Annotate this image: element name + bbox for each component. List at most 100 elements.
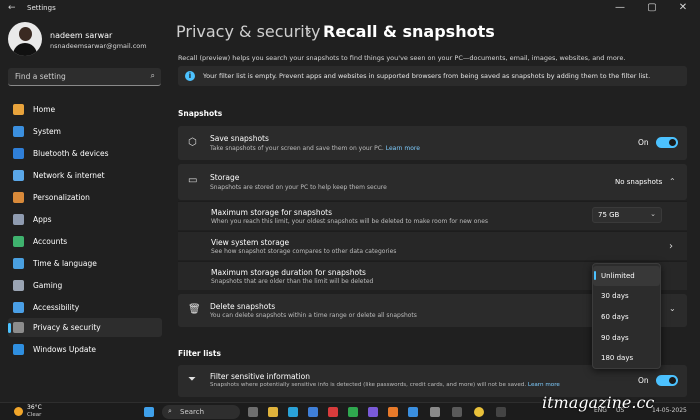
learn-more-link[interactable]: Learn more [386,145,420,152]
app-icon[interactable] [496,407,506,417]
close-button[interactable]: ✕ [668,2,698,13]
task-view-icon[interactable] [248,407,258,417]
duration-option[interactable]: 90 days [593,328,660,348]
store-icon[interactable] [308,407,318,417]
start-icon[interactable] [144,407,154,417]
title-bar: ← Settings — ▢ ✕ [0,0,700,18]
save-snapshots-state: On [638,138,649,147]
save-snapshots-row[interactable]: ⬡ Save snapshots Take snapshots of your … [178,126,687,160]
chrome-icon[interactable] [474,407,484,417]
file-explorer-icon[interactable] [268,407,278,417]
section-heading-snapshots: Snapshots [178,109,223,118]
sidebar: nadeem sarwar nsnadeemsarwar@gmail.com F… [0,18,168,402]
shield-icon [13,322,24,333]
avatar[interactable] [8,22,42,56]
duration-option-label: 180 days [601,354,634,362]
search-input[interactable]: Find a setting ⌕ [8,68,161,86]
filter-sensitive-toggle[interactable] [656,375,678,386]
globe-clock-icon [13,258,24,269]
system-icon [13,126,24,137]
duration-option[interactable]: 180 days [593,348,660,368]
app-icon[interactable] [328,407,338,417]
filter-sensitive-state: On [638,376,649,385]
save-snapshots-title: Save snapshots [210,134,269,143]
maximize-button[interactable]: ▢ [637,2,667,13]
sidebar-item-apps[interactable]: Apps [8,210,162,229]
app-icon[interactable] [368,407,378,417]
max-storage-desc: When you reach this limit, your oldest s… [211,218,489,225]
sidebar-item-accessibility[interactable]: Accessibility [8,298,162,317]
max-storage-title: Maximum storage for snapshots [211,208,333,217]
save-snapshots-desc: Take snapshots of your screen and save t… [210,145,420,152]
storage-desc: Snapshots are stored on your PC to help … [210,184,387,191]
duration-option-label: 60 days [601,313,629,321]
duration-option-label: Unlimited [601,272,635,280]
duration-dropdown[interactable]: Unlimited 30 days 60 days 90 days 180 days [592,263,661,369]
sidebar-item-privacy-security[interactable]: Privacy & security [8,318,162,337]
view-system-storage-row[interactable]: View system storage See how snapshot sto… [178,231,687,260]
clock-date[interactable]: 14-05-2025 [652,407,687,414]
breadcrumb-parent[interactable]: Privacy & security [176,22,320,41]
sidebar-item-home[interactable]: Home [8,100,162,119]
chevron-right-icon: › [669,241,673,252]
chevron-down-icon[interactable]: ⌄ [669,304,676,313]
sidebar-item-label: Windows Update [33,345,97,354]
save-snapshots-toggle[interactable] [656,137,678,148]
duration-option[interactable]: 60 days [593,307,660,327]
watermark: itmagazine.cc [542,393,655,412]
update-icon [13,344,24,355]
sidebar-item-network-internet[interactable]: Network & internet [8,166,162,185]
sidebar-item-personalization[interactable]: Personalization [8,188,162,207]
filter-icon: ⏷ [188,374,196,385]
sidebar-item-windows-update[interactable]: Windows Update [8,340,162,359]
app-icon[interactable] [452,407,462,417]
learn-more-link[interactable]: Learn more [528,382,560,388]
info-text: Your filter list is empty. Prevent apps … [203,72,651,80]
minimize-button[interactable]: — [605,2,635,13]
chevron-up-icon[interactable]: ⌃ [669,177,676,186]
taskbar-search-label: Search [180,408,205,416]
sidebar-item-accounts[interactable]: Accounts [8,232,162,251]
max-storage-select[interactable]: 75 GB ⌄ [592,207,662,223]
sidebar-item-label: Apps [33,215,52,224]
taskbar-search[interactable]: ⌕ Search [162,405,240,419]
sidebar-item-label: Home [33,105,56,114]
max-duration-title: Maximum storage duration for snapshots [211,268,366,277]
selected-indicator [594,271,596,280]
gamepad-icon [13,280,24,291]
system-storage-desc: See how snapshot storage compares to oth… [211,248,397,255]
app-icon[interactable] [348,407,358,417]
user-name: nadeem sarwar [50,31,113,40]
snapshot-icon: ⬡ [188,137,197,148]
filter-sensitive-title: Filter sensitive information [210,372,310,381]
sidebar-item-label: Network & internet [33,171,105,180]
bluetooth-icon [13,148,24,159]
storage-icon: ▭ [188,175,198,186]
storage-row[interactable]: ▭ Storage Snapshots are stored on your P… [178,164,687,200]
filter-sensitive-desc: Snapshots where potentially sensitive in… [210,382,560,388]
breadcrumb-separator-icon: › [306,24,312,40]
page-title: Recall & snapshots [323,22,495,41]
app-icon[interactable] [388,407,398,417]
app-icon[interactable] [408,407,418,417]
wifi-icon [13,170,24,181]
window-title: Settings [27,4,56,12]
sidebar-item-gaming[interactable]: Gaming [8,276,162,295]
sidebar-item-system[interactable]: System [8,122,162,141]
duration-option[interactable]: 30 days [593,286,660,306]
sidebar-item-label: Privacy & security [33,323,101,332]
sidebar-item-bluetooth-devices[interactable]: Bluetooth & devices [8,144,162,163]
duration-option[interactable]: Unlimited [593,266,660,286]
sidebar-item-label: Personalization [33,193,90,202]
sidebar-item-time-language[interactable]: Time & language [8,254,162,273]
edge-icon[interactable] [288,407,298,417]
info-bar: i Your filter list is empty. Prevent app… [178,66,687,86]
delete-snapshots-desc: You can delete snapshots within a time r… [210,312,417,319]
settings-icon[interactable] [430,407,440,417]
account-icon [13,236,24,247]
system-storage-title: View system storage [211,238,290,247]
sun-icon [14,407,23,416]
trash-icon: 🗑 [188,304,201,315]
back-arrow-icon[interactable]: ← [8,3,16,13]
max-storage-value: 75 GB [598,211,620,219]
